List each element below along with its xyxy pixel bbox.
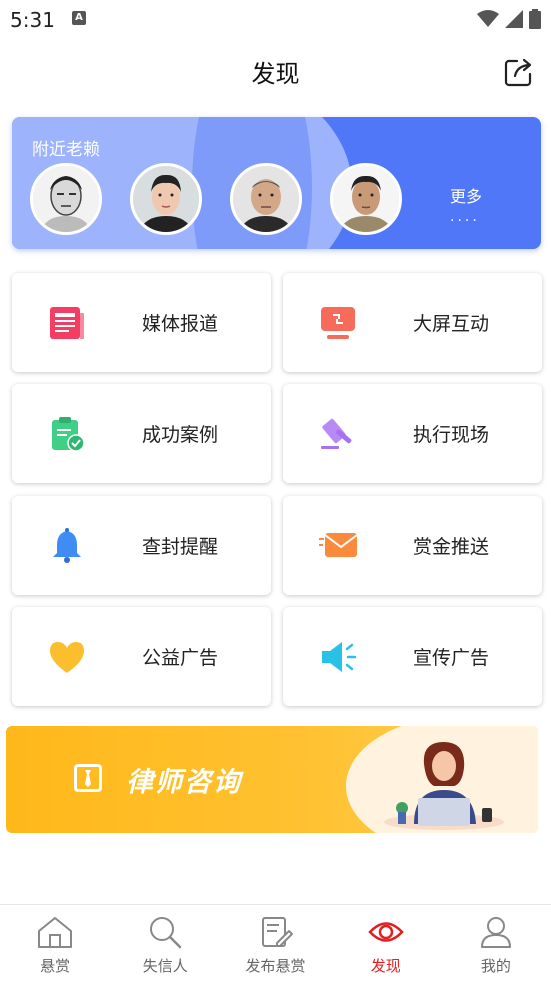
tile-public-ads[interactable]: 公益广告 <box>12 607 271 706</box>
nav-item-mine[interactable]: 我的 <box>441 905 551 981</box>
user-icon <box>480 917 511 948</box>
eye-icon <box>367 922 404 942</box>
avatar[interactable] <box>230 163 302 235</box>
nav-label: 发布悬赏 <box>245 957 306 975</box>
newspaper-icon <box>50 307 84 339</box>
clipboard-check-icon <box>52 417 85 452</box>
battery-icon <box>529 9 541 29</box>
nav-label: 我的 <box>480 957 511 975</box>
lawyer-title: 律师咨询 <box>126 767 242 798</box>
header: 发现 <box>0 38 551 102</box>
home-icon <box>38 917 73 948</box>
gavel-icon <box>321 418 352 449</box>
tile-label: 公益广告 <box>142 647 219 669</box>
nearby-defaulters-card[interactable]: 附近老赖 更多 ···· <box>12 117 541 249</box>
nav-item-defaulters[interactable]: 失信人 <box>110 905 220 981</box>
heart-icon <box>50 642 84 673</box>
tile-label: 查封提醒 <box>142 536 219 558</box>
tile-label: 执行现场 <box>413 424 490 446</box>
avatar[interactable] <box>30 163 102 235</box>
avatar[interactable] <box>330 163 402 235</box>
status-time: 5:31 <box>10 8 55 32</box>
envelope-icon <box>319 533 357 557</box>
lawyer-consult-banner[interactable]: 律师咨询 <box>6 726 538 833</box>
search-icon <box>150 917 182 949</box>
wifi-icon <box>477 10 499 27</box>
tile-bounty-push[interactable]: 赏金推送 <box>283 496 542 595</box>
signal-icon <box>505 10 523 28</box>
bottom-nav: 悬赏 失信人 发布悬赏 发现 我的 <box>0 904 551 981</box>
share-icon[interactable] <box>503 56 535 88</box>
nav-label: 发现 <box>370 957 401 975</box>
page-title: 发现 <box>251 60 300 88</box>
tile-promo-ads[interactable]: 宣传广告 <box>283 607 542 706</box>
tile-screen-interact[interactable]: 大屏互动 <box>283 273 542 372</box>
tile-execution-scene[interactable]: 执行现场 <box>283 384 542 483</box>
avatar[interactable] <box>130 163 202 235</box>
notification-icon: A <box>72 11 86 25</box>
tile-label: 赏金推送 <box>413 536 490 558</box>
more-dots: ···· <box>450 213 480 229</box>
tile-label: 媒体报道 <box>142 313 219 335</box>
tile-label: 成功案例 <box>142 424 219 446</box>
megaphone-icon <box>322 642 357 672</box>
screen-interact-icon <box>321 307 355 339</box>
tile-success-cases[interactable]: 成功案例 <box>12 384 271 483</box>
more-link[interactable]: 更多 <box>450 183 482 207</box>
bell-icon <box>53 528 81 563</box>
nav-label: 失信人 <box>142 957 188 975</box>
tie-icon <box>74 764 102 792</box>
tile-label: 宣传广告 <box>413 647 490 669</box>
status-bar: 5:31 A <box>0 0 551 38</box>
edit-icon <box>261 917 293 947</box>
tile-label: 大屏互动 <box>413 313 490 335</box>
nav-item-post-bounty[interactable]: 发布悬赏 <box>220 905 330 981</box>
nav-label: 悬赏 <box>40 957 71 975</box>
nav-item-bounty[interactable]: 悬赏 <box>0 905 110 981</box>
tile-media-reports[interactable]: 媒体报道 <box>12 273 271 372</box>
status-icons <box>477 9 541 29</box>
tile-seizure-reminder[interactable]: 查封提醒 <box>12 496 271 595</box>
nav-item-discover[interactable]: 发现 <box>331 905 441 981</box>
nearby-title: 附近老赖 <box>32 140 100 160</box>
lawyer-illustration <box>384 742 504 830</box>
